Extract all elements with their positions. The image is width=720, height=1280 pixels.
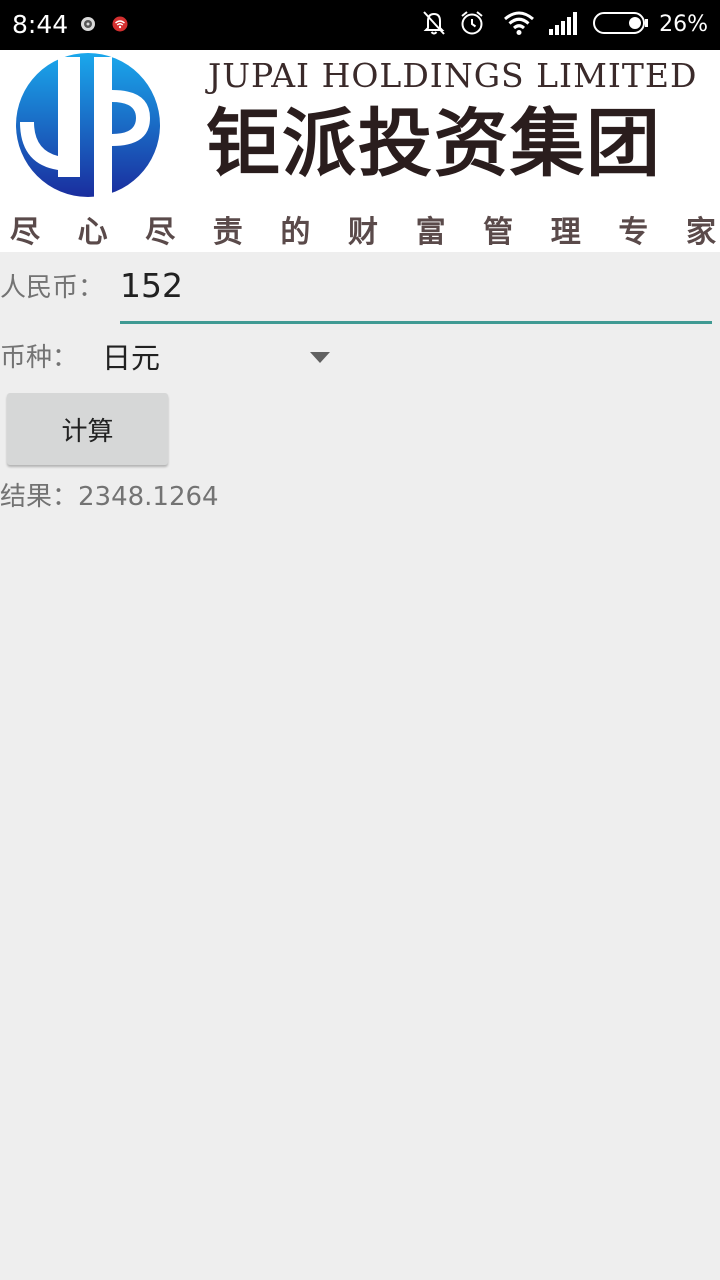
- slogan-char: 理: [550, 215, 581, 250]
- calculate-button[interactable]: 计算: [7, 393, 168, 465]
- company-logo-icon: [0, 52, 180, 206]
- slogan-char: 专: [618, 215, 649, 250]
- company-name-chinese: 钜派投资集团: [206, 101, 662, 187]
- company-slogan: 尽 心 尽 责 的 财 富 管 理 专 家: [0, 214, 720, 252]
- rmb-input-underline: [120, 321, 712, 324]
- rmb-label: 人民币：: [0, 273, 105, 303]
- slogan-char: 的: [280, 215, 311, 250]
- slogan-char: 家: [685, 215, 716, 250]
- battery-icon: [593, 11, 649, 39]
- slogan-char: 尽: [10, 215, 40, 250]
- wifi-icon: [503, 10, 535, 40]
- slogan-char: 管: [483, 215, 514, 250]
- company-name-english: JUPAI HOLDINGS LIMITED: [208, 56, 698, 95]
- currency-selected-value: 日元: [102, 341, 161, 375]
- result-text: 结果：2348.1264: [0, 482, 219, 512]
- company-banner: JUPAI HOLDINGS LIMITED 钜派投资集团 尽 心 尽 责 的 …: [0, 50, 720, 252]
- slogan-char: 富: [415, 215, 446, 250]
- rmb-amount-input[interactable]: [120, 262, 712, 308]
- slogan-char: 心: [77, 215, 108, 250]
- status-icons: 26%: [403, 9, 708, 41]
- currency-spinner[interactable]: 日元: [100, 334, 340, 382]
- notification-app-icon: [80, 16, 96, 32]
- slogan-char: 尽: [145, 215, 176, 250]
- slogan-char: 财: [347, 215, 378, 250]
- status-bar: 8:44 26%: [0, 0, 720, 50]
- signal-icon: [549, 11, 579, 39]
- notification-wifi-app-icon: [112, 16, 128, 32]
- alarm-icon: [459, 9, 485, 41]
- battery-percent: 26%: [659, 12, 708, 37]
- currency-label: 币种：: [0, 343, 79, 373]
- status-time: 8:44: [12, 10, 69, 39]
- notifications-muted-icon: [421, 9, 447, 41]
- dropdown-arrow-icon: [310, 352, 330, 363]
- slogan-char: 责: [212, 215, 243, 250]
